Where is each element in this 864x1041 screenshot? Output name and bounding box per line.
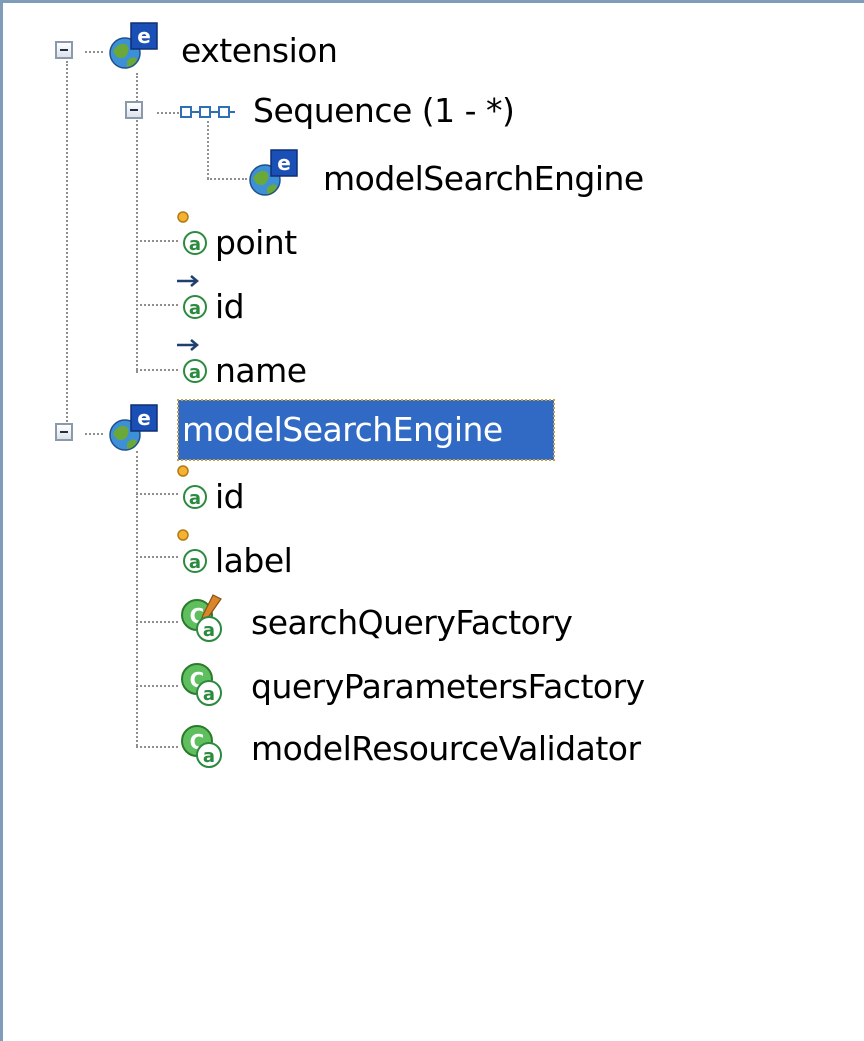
svg-text:a: a — [189, 234, 201, 255]
node-label: Sequence (1 - *) — [253, 91, 515, 130]
svg-text:a: a — [189, 552, 201, 573]
tree-connector — [136, 621, 178, 623]
node-label: searchQueryFactory — [251, 603, 573, 642]
collapse-toggle[interactable] — [55, 41, 73, 59]
svg-text:e: e — [277, 151, 291, 175]
class-attribute-icon: C a — [181, 594, 222, 642]
node-label: id — [215, 287, 245, 326]
collapse-toggle[interactable] — [125, 101, 143, 119]
svg-text:e: e — [137, 406, 151, 430]
class-attribute-icon: C a — [181, 663, 222, 706]
tree-connector — [136, 556, 178, 558]
optional-attribute-icon: a — [177, 339, 207, 383]
node-label-selected[interactable]: modelSearchEngine — [177, 399, 555, 461]
tree-connector — [85, 51, 103, 53]
node-label: point — [215, 223, 297, 262]
element-icon: e — [109, 404, 158, 451]
required-attribute-icon: a — [177, 465, 207, 509]
element-icon: e — [109, 22, 158, 69]
tree-connector — [136, 685, 178, 687]
svg-text:a: a — [189, 488, 201, 509]
tree-connector — [136, 304, 178, 306]
tree-panel: e extension Sequence (1 - *) e modelSear… — [0, 0, 864, 1041]
sequence-icon — [180, 106, 235, 118]
svg-text:a: a — [203, 620, 215, 641]
required-attribute-icon: a — [177, 529, 207, 573]
tree-connector — [136, 493, 178, 495]
tree-connector — [157, 112, 179, 114]
node-label: extension — [181, 31, 338, 70]
node-label: id — [215, 477, 245, 516]
collapse-toggle[interactable] — [55, 423, 73, 441]
tree-connector — [66, 61, 68, 429]
node-label: queryParametersFactory — [251, 667, 645, 706]
tree-connector — [136, 240, 178, 242]
node-label: modelSearchEngine — [323, 159, 644, 198]
svg-text:e: e — [137, 24, 151, 48]
element-icon: e — [249, 149, 298, 196]
tree-connector — [136, 451, 138, 746]
svg-text:a: a — [189, 298, 201, 319]
tree-connector — [85, 433, 103, 435]
svg-text:a: a — [203, 746, 215, 767]
tree-connector — [136, 746, 178, 748]
node-label: name — [215, 351, 307, 390]
tree-connector — [207, 121, 209, 179]
tree-connector — [136, 369, 178, 371]
class-attribute-icon: C a — [181, 725, 222, 768]
node-label: modelResourceValidator — [251, 729, 641, 768]
required-attribute-icon: a — [177, 211, 207, 255]
tree-connector — [207, 178, 247, 180]
optional-attribute-icon: a — [177, 275, 207, 319]
svg-text:a: a — [189, 362, 201, 383]
node-label: label — [215, 541, 293, 580]
svg-text:a: a — [203, 684, 215, 705]
